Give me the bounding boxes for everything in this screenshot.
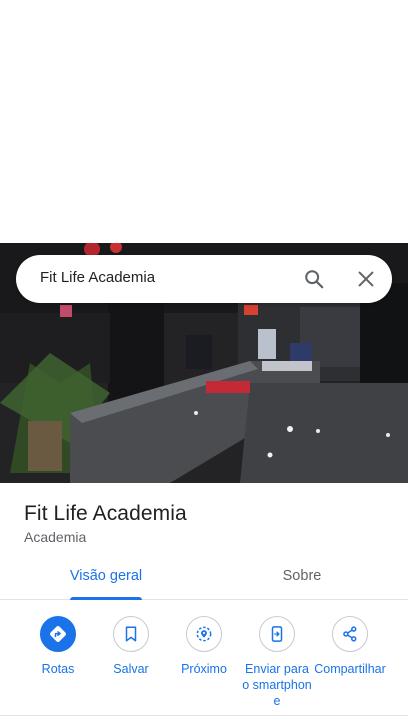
- directions-circle[interactable]: [40, 616, 76, 652]
- nearby-circle[interactable]: [186, 616, 222, 652]
- directions-label: Rotas: [41, 662, 75, 676]
- search-icon[interactable]: [303, 268, 325, 290]
- directions-button[interactable]: Rotas: [21, 612, 95, 677]
- send-to-phone-icon: [271, 626, 283, 642]
- nearby-label: Próximo: [181, 662, 227, 676]
- tab-overview[interactable]: Visão geral: [58, 558, 154, 600]
- share-label: Compartilhar: [314, 662, 386, 676]
- nearby-button[interactable]: Próximo: [167, 612, 241, 677]
- blank-map-area: [0, 0, 408, 243]
- search-input[interactable]: Fit Life Academia: [40, 269, 155, 286]
- tab-about[interactable]: Sobre: [254, 558, 350, 600]
- share-button[interactable]: Compartilhar: [313, 612, 387, 677]
- bookmark-icon: [125, 626, 137, 642]
- send-to-phone-circle[interactable]: [259, 616, 295, 652]
- nearby-icon: [196, 626, 212, 642]
- save-button[interactable]: Salvar: [94, 612, 168, 677]
- directions-icon: [50, 626, 66, 642]
- save-circle[interactable]: [113, 616, 149, 652]
- search-bar[interactable]: Fit Life Academia: [16, 255, 392, 303]
- share-circle[interactable]: [332, 616, 368, 652]
- action-bar: Rotas Salvar Próximo Enviar para o smart…: [0, 612, 408, 712]
- bottom-divider: [0, 715, 408, 716]
- place-category: Academia: [24, 529, 87, 545]
- close-icon[interactable]: [355, 268, 377, 290]
- place-title: Fit Life Academia: [24, 502, 187, 525]
- send-to-phone-button[interactable]: Enviar para o smartphone: [240, 612, 314, 709]
- share-icon: [343, 626, 357, 642]
- save-label: Salvar: [113, 662, 149, 676]
- tab-bar: Visão geral Sobre: [0, 558, 408, 600]
- send-to-phone-label: Enviar para o smartphone: [242, 662, 312, 708]
